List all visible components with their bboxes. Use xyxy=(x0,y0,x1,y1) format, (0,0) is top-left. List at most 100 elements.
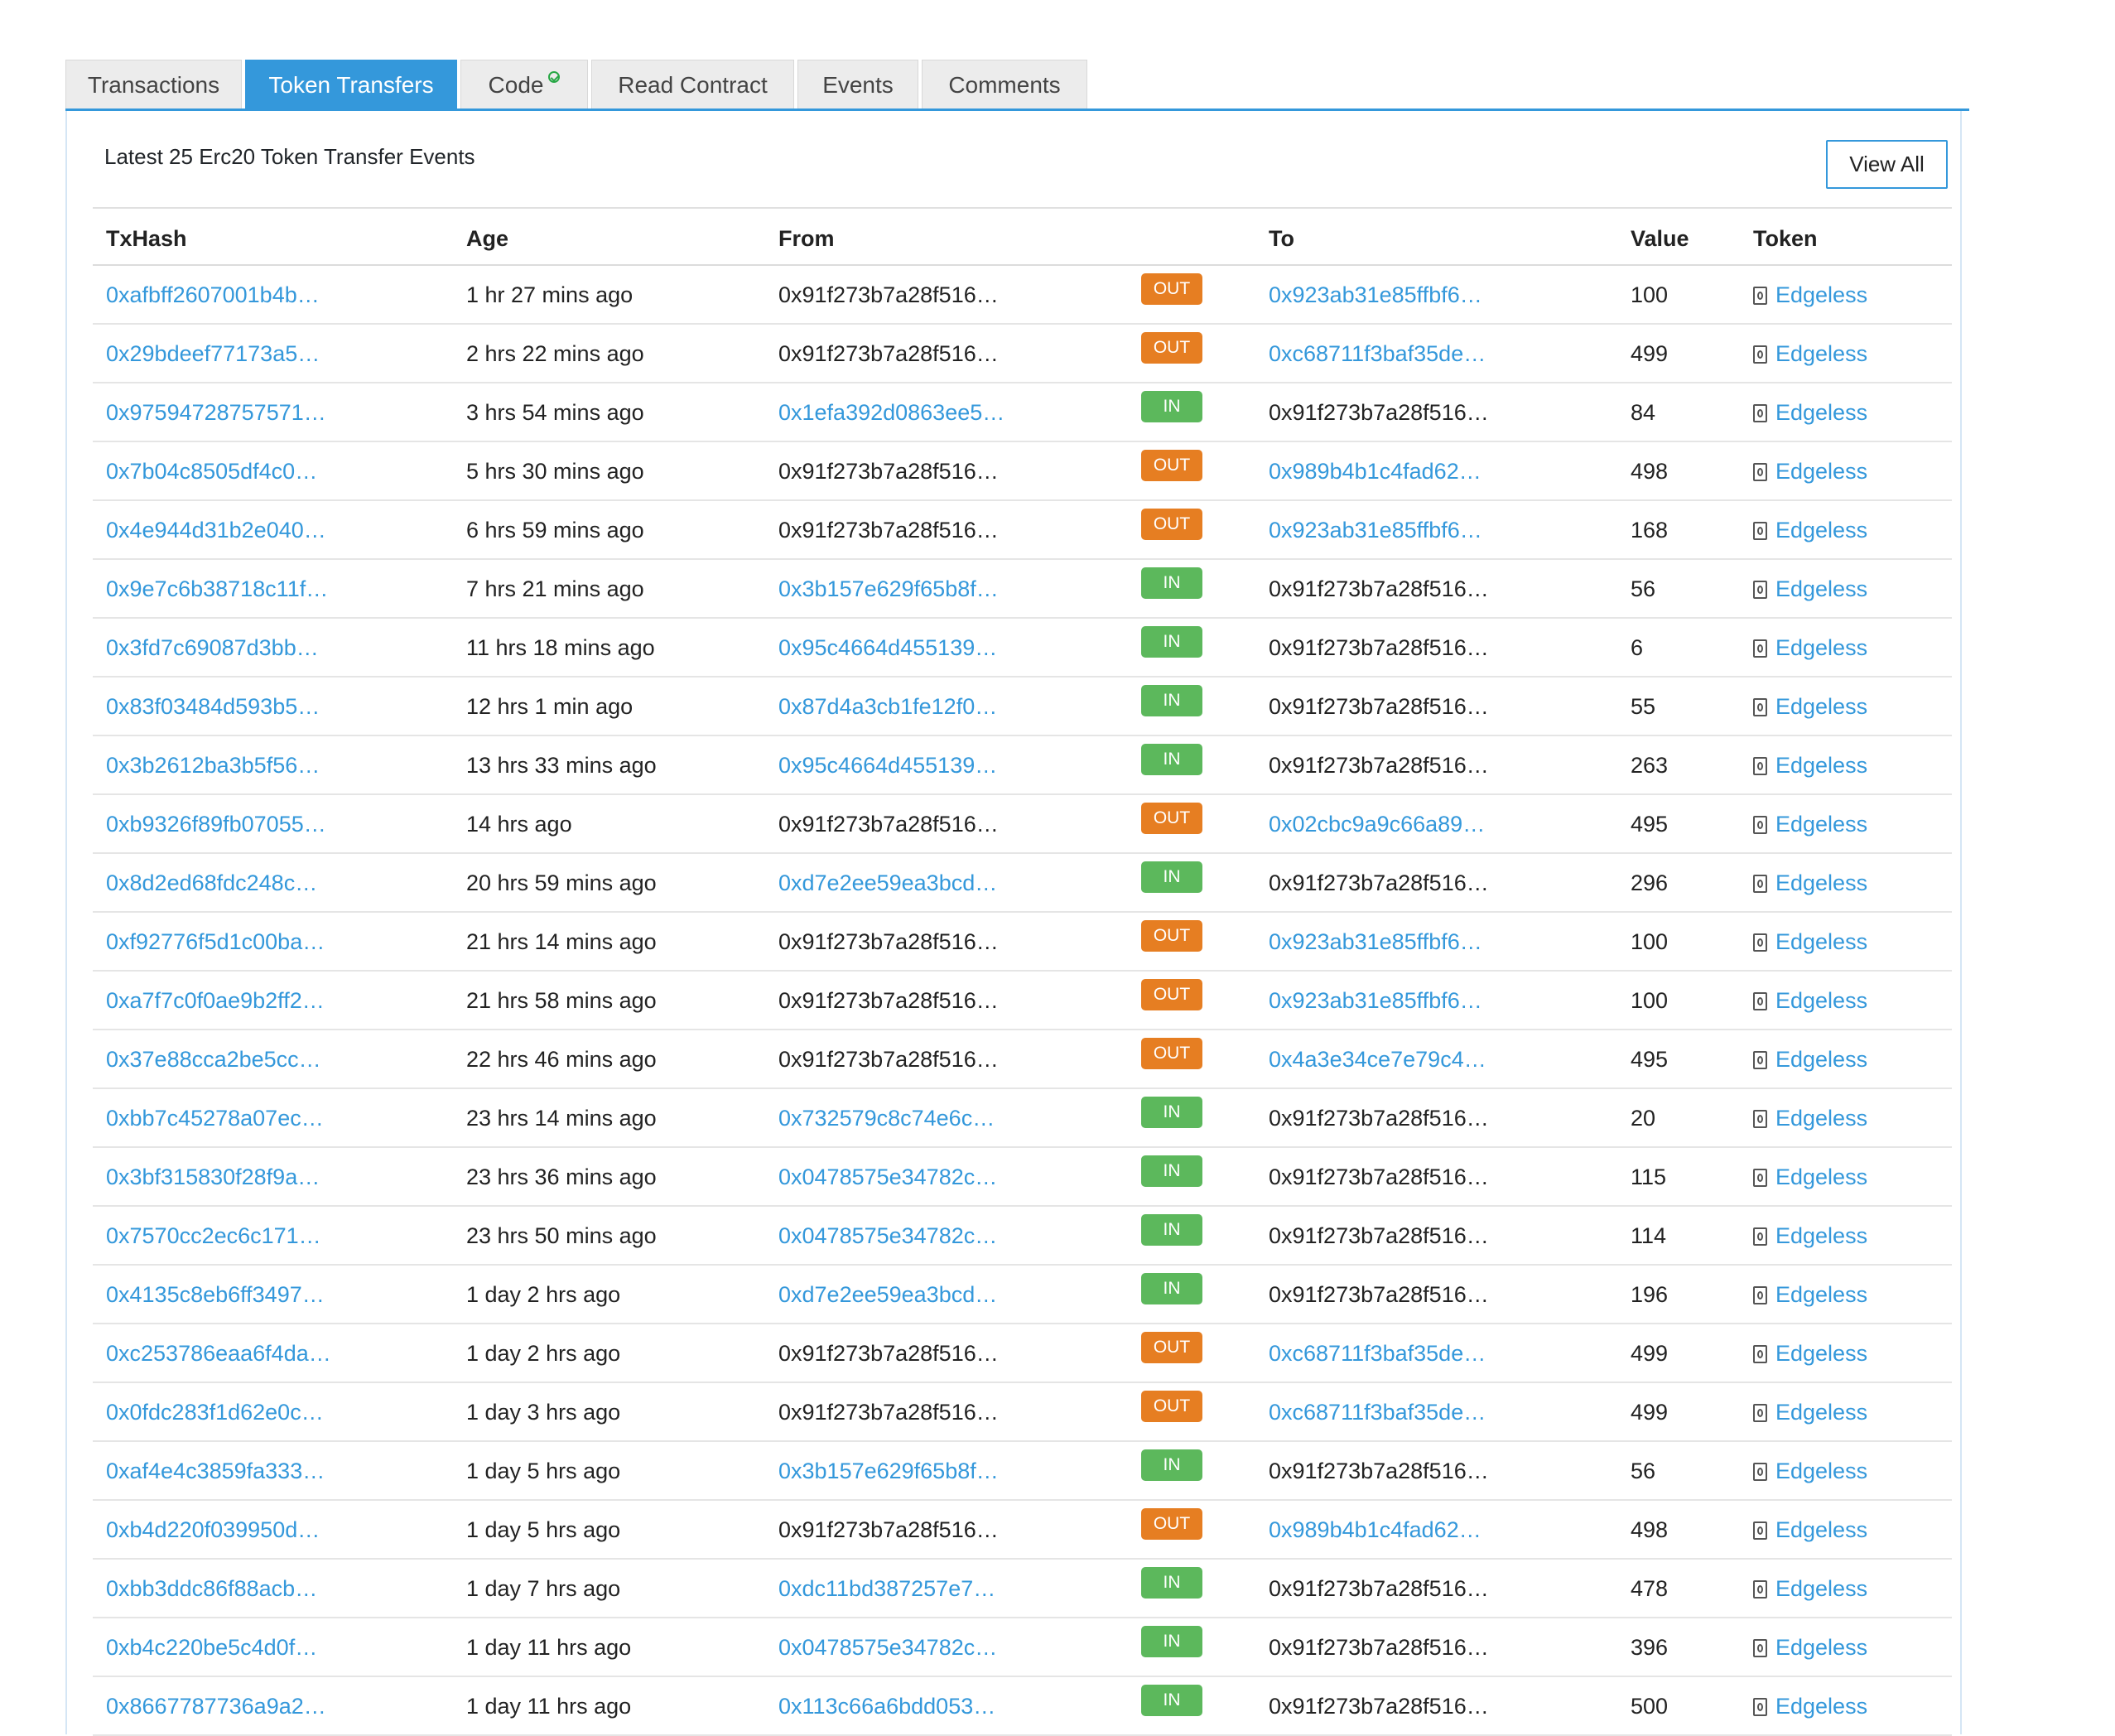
to-address[interactable]: 0x923ab31e85ffbf6… xyxy=(1269,972,1482,1029)
token-link[interactable]: Edgeless xyxy=(1775,518,1867,542)
txhash-link[interactable]: 0x8667787736a9a2… xyxy=(106,1677,326,1734)
token-link[interactable]: Edgeless xyxy=(1775,870,1867,895)
from-address: 0x91f273b7a28f516… xyxy=(778,929,999,954)
token-link[interactable]: Edgeless xyxy=(1775,635,1867,660)
txhash-link[interactable]: 0x37e88cca2be5cc… xyxy=(106,1030,321,1087)
token-link[interactable]: Edgeless xyxy=(1775,1106,1867,1131)
txhash-link[interactable]: 0x9e7c6b38718c11f… xyxy=(106,560,328,617)
table-row: 0xb4c220be5c4d0f… 1 day 11 hrs ago 0x04785… xyxy=(93,1618,1952,1677)
from-address[interactable]: 0x0478575e34782c… xyxy=(778,1148,997,1205)
token-link[interactable]: Edgeless xyxy=(1775,988,1867,1013)
table-row: 0x7b04c8505df4c0… 5 hrs 30 mins ago 0x91f2… xyxy=(93,442,1952,501)
txhash-link[interactable]: 0x3b2612ba3b5f56… xyxy=(106,736,320,793)
token-contract-icon xyxy=(1753,1580,1767,1599)
token-link[interactable]: Edgeless xyxy=(1775,341,1867,366)
token-link[interactable]: Edgeless xyxy=(1775,1400,1867,1425)
token-link[interactable]: Edgeless xyxy=(1775,1165,1867,1189)
from-address[interactable]: 0x1efa392d0863ee5… xyxy=(778,383,1005,441)
token-link[interactable]: Edgeless xyxy=(1775,400,1867,425)
txhash-link[interactable]: 0x8d2ed68fdc248c… xyxy=(106,854,317,911)
to-address[interactable]: 0x923ab31e85ffbf6… xyxy=(1269,266,1482,323)
token-link[interactable]: Edgeless xyxy=(1775,1282,1867,1307)
txhash-link[interactable]: 0xafbff2607001b4b… xyxy=(106,266,320,323)
to-address[interactable]: 0x923ab31e85ffbf6… xyxy=(1269,501,1482,558)
token-link[interactable]: Edgeless xyxy=(1775,1047,1867,1072)
token-link[interactable]: Edgeless xyxy=(1775,929,1867,954)
token-link[interactable]: Edgeless xyxy=(1775,753,1867,778)
to-address[interactable]: 0x989b4b1c4fad62… xyxy=(1269,442,1481,499)
table-row: 0xb9326f89fb07055… 14 hrs ago 0x91f273b7a2… xyxy=(93,795,1952,854)
txhash-link[interactable]: 0x0fdc283f1d62e0c… xyxy=(106,1383,324,1440)
tab-events[interactable]: Events xyxy=(797,60,918,110)
txhash-link[interactable]: 0x3fd7c69087d3bb… xyxy=(106,619,319,676)
txhash-link[interactable]: 0xbb7c45278a07ec… xyxy=(106,1089,324,1146)
from-address[interactable]: 0x95c4664d455139… xyxy=(778,619,997,676)
from-address[interactable]: 0x87d4a3cb1fe12f0… xyxy=(778,678,997,735)
view-all-button[interactable]: View All xyxy=(1826,140,1948,189)
to-address[interactable]: 0x02cbc9a9c66a89… xyxy=(1269,795,1485,852)
txhash-link[interactable]: 0xc253786eaa6f4da… xyxy=(106,1324,331,1382)
txhash-link[interactable]: 0xaf4e4c3859fa333… xyxy=(106,1442,325,1499)
table-row: 0xf92776f5d1c00ba… 21 hrs 14 mins ago 0x91… xyxy=(93,913,1952,972)
to-address[interactable]: 0xc68711f3baf35de… xyxy=(1269,325,1486,382)
from-address[interactable]: 0x113c66a6bdd053… xyxy=(778,1677,995,1734)
tab-token-transfers[interactable]: Token Transfers xyxy=(245,60,457,110)
token-cell: Edgeless xyxy=(1753,501,1867,558)
token-contract-icon xyxy=(1753,1404,1767,1422)
to-address[interactable]: 0xc68711f3baf35de… xyxy=(1269,1324,1486,1382)
tab-code[interactable]: Code xyxy=(460,60,588,110)
token-link[interactable]: Edgeless xyxy=(1775,1576,1867,1601)
from-address[interactable]: 0x0478575e34782c… xyxy=(778,1618,997,1676)
tab-transactions[interactable]: Transactions xyxy=(65,60,242,110)
from-address[interactable]: 0x3b157e629f65b8f… xyxy=(778,560,999,617)
txhash-link[interactable]: 0x29bdeef77173a5… xyxy=(106,325,320,382)
token-link[interactable]: Edgeless xyxy=(1775,1694,1867,1719)
txhash-link[interactable]: 0xa7f7c0f0ae9b2ff2… xyxy=(106,972,325,1029)
token-contract-icon xyxy=(1753,1286,1767,1304)
to-address[interactable]: 0x4a3e34ce7e79c4… xyxy=(1269,1030,1486,1087)
tab-bar: Transactions Token Transfers Code Read C… xyxy=(65,60,1091,110)
from-address[interactable]: 0x732579c8c74e6c… xyxy=(778,1089,995,1146)
token-link[interactable]: Edgeless xyxy=(1775,1635,1867,1660)
direction-badge: IN xyxy=(1141,626,1202,658)
header-from: From xyxy=(778,226,835,251)
direction-badge: IN xyxy=(1141,1097,1202,1128)
to-address[interactable]: 0xc68711f3baf35de… xyxy=(1269,1383,1486,1440)
txhash-link[interactable]: 0xb4c220be5c4d0f… xyxy=(106,1618,317,1676)
token-link[interactable]: Edgeless xyxy=(1775,1459,1867,1483)
txhash-link[interactable]: 0x7b04c8505df4c0… xyxy=(106,442,317,499)
txhash-link[interactable]: 0x83f03484d593b5… xyxy=(106,678,320,735)
txhash-link[interactable]: 0x97594728757571… xyxy=(106,383,326,441)
age-text: 6 hrs 59 mins ago xyxy=(466,518,644,542)
token-link[interactable]: Edgeless xyxy=(1775,282,1867,307)
to-address[interactable]: 0x923ab31e85ffbf6… xyxy=(1269,913,1482,970)
token-link[interactable]: Edgeless xyxy=(1775,459,1867,484)
token-link[interactable]: Edgeless xyxy=(1775,694,1867,719)
from-address: 0x91f273b7a28f516… xyxy=(778,812,999,837)
from-address[interactable]: 0xd7e2ee59ea3bcd… xyxy=(778,854,997,911)
txhash-link[interactable]: 0x3bf315830f28f9a… xyxy=(106,1148,320,1205)
age-text: 1 day 5 hrs ago xyxy=(466,1517,621,1542)
txhash-link[interactable]: 0x4135c8eb6ff3497… xyxy=(106,1266,325,1323)
token-link[interactable]: Edgeless xyxy=(1775,1223,1867,1248)
token-link[interactable]: Edgeless xyxy=(1775,812,1867,837)
from-address[interactable]: 0x3b157e629f65b8f… xyxy=(778,1442,999,1499)
tab-read-contract[interactable]: Read Contract xyxy=(591,60,794,110)
age-text: 1 day 3 hrs ago xyxy=(466,1400,621,1425)
from-address[interactable]: 0xd7e2ee59ea3bcd… xyxy=(778,1266,997,1323)
age-text: 2 hrs 22 mins ago xyxy=(466,341,644,366)
token-link[interactable]: Edgeless xyxy=(1775,576,1867,601)
txhash-link[interactable]: 0x7570cc2ec6c171… xyxy=(106,1207,321,1264)
txhash-link[interactable]: 0xb4d220f039950d… xyxy=(106,1501,320,1558)
from-address[interactable]: 0x95c4664d455139… xyxy=(778,736,997,793)
txhash-link[interactable]: 0xbb3ddc86f88acb… xyxy=(106,1560,317,1617)
txhash-link[interactable]: 0xb9326f89fb07055… xyxy=(106,795,326,852)
from-address[interactable]: 0x0478575e34782c… xyxy=(778,1207,997,1264)
token-link[interactable]: Edgeless xyxy=(1775,1341,1867,1366)
txhash-link[interactable]: 0x4e944d31b2e040… xyxy=(106,501,326,558)
token-link[interactable]: Edgeless xyxy=(1775,1517,1867,1542)
to-address[interactable]: 0x989b4b1c4fad62… xyxy=(1269,1501,1481,1558)
tab-comments[interactable]: Comments xyxy=(922,60,1087,110)
txhash-link[interactable]: 0xf92776f5d1c00ba… xyxy=(106,913,325,970)
from-address[interactable]: 0xdc11bd387257e7… xyxy=(778,1560,995,1617)
